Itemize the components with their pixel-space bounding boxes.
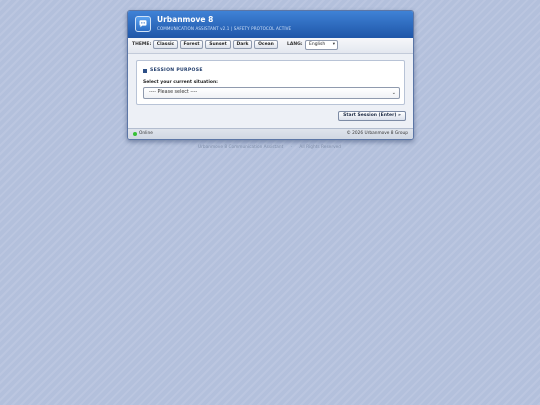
status-text: Online — [139, 131, 153, 136]
app-window: Urbanmove 8 COMMUNICATION ASSISTANT v2.1… — [127, 10, 414, 140]
footer-product: Urbanmove 8 Communication Assistant — [197, 145, 284, 150]
theme-button-dark[interactable]: Dark — [233, 40, 252, 49]
app-subtitle: COMMUNICATION ASSISTANT v2.1 | SAFETY PR… — [157, 26, 292, 31]
page-footer: Urbanmove 8 Communication Assistant · Al… — [127, 145, 412, 151]
chevron-down-icon: ⌄ — [391, 90, 396, 96]
app-title: Urbanmove 8 — [157, 15, 214, 24]
footer-separator: · — [290, 145, 293, 150]
theme-button-sunset[interactable]: Sunset — [205, 40, 231, 49]
language-select-value: English — [309, 42, 326, 47]
theme-button-ocean[interactable]: Ocean — [254, 40, 278, 49]
theme-label: THEME: — [132, 42, 152, 47]
situation-label: Select your current situation: — [143, 80, 218, 85]
chat-bubble-icon-glyph — [139, 20, 147, 28]
theme-button-forest[interactable]: Forest — [180, 40, 203, 49]
status-bar: Online © 2026 Urbanmove 8 Group — [128, 128, 413, 139]
theme-button-classic[interactable]: Classic — [153, 40, 178, 49]
start-session-button[interactable]: Start Session (Enter) » — [338, 111, 406, 121]
chevron-down-icon: ▾ — [332, 42, 335, 47]
situation-select[interactable]: ---- Please select ---- ⌄ — [143, 87, 400, 99]
language-select[interactable]: English ▾ — [305, 40, 338, 50]
situation-select-value: ---- Please select ---- — [149, 90, 198, 95]
toolbar: THEME: Classic Forest Sunset Dark Ocean … — [128, 38, 413, 54]
panel-title: SESSION PURPOSE — [150, 68, 203, 73]
session-purpose-panel: SESSION PURPOSE Select your current situ… — [136, 60, 405, 105]
lang-label: LANG: — [287, 42, 303, 47]
chat-bubble-icon — [135, 16, 151, 32]
footer-rights: All Rights Reserved — [299, 145, 342, 150]
online-status-icon — [133, 132, 137, 136]
copyright-text: © 2026 Urbanmove 8 Group — [346, 131, 408, 136]
section-marker-icon — [143, 69, 147, 73]
title-bar: Urbanmove 8 COMMUNICATION ASSISTANT v2.1… — [128, 11, 413, 38]
